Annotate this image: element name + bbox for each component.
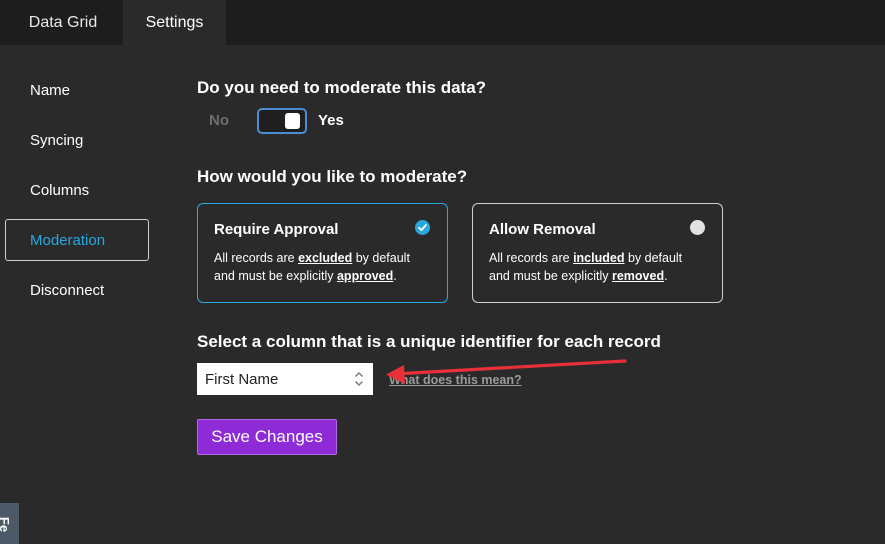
feedback-tab-label: Fe bbox=[0, 516, 13, 533]
toggle-knob bbox=[285, 113, 300, 129]
sidebar-item-moderation[interactable]: Moderation bbox=[5, 219, 149, 261]
select-value: First Name bbox=[205, 370, 279, 388]
identifier-column-select[interactable]: First Name bbox=[197, 363, 373, 395]
radio-unselected-icon bbox=[690, 220, 705, 235]
sidebar-item-disconnect[interactable]: Disconnect bbox=[5, 269, 149, 311]
option-description: All records are excluded by default and … bbox=[214, 251, 410, 283]
toggle-yes-label: Yes bbox=[318, 112, 344, 129]
option-title: Allow Removal bbox=[489, 221, 596, 238]
select-updown-icon bbox=[355, 372, 363, 386]
option-title: Require Approval bbox=[214, 221, 339, 238]
top-tab-bar: Data Grid Settings bbox=[0, 0, 885, 45]
tab-data-grid[interactable]: Data Grid bbox=[4, 0, 122, 45]
sidebar-item-name[interactable]: Name bbox=[5, 69, 149, 111]
option-description: All records are included by default and … bbox=[489, 251, 683, 283]
tab-settings[interactable]: Settings bbox=[123, 0, 226, 45]
moderate-question-heading: Do you need to moderate this data? bbox=[197, 78, 487, 97]
save-changes-button[interactable]: Save Changes bbox=[197, 419, 337, 455]
sidebar-item-columns[interactable]: Columns bbox=[5, 169, 149, 211]
annotation-arrow bbox=[386, 359, 627, 384]
column-select-heading: Select a column that is a unique identif… bbox=[197, 332, 661, 351]
sidebar-item-syncing[interactable]: Syncing bbox=[5, 119, 149, 161]
feedback-tab[interactable]: Fe bbox=[0, 503, 19, 544]
option-card-allow-removal[interactable]: Allow Removal All records are included b… bbox=[472, 203, 723, 303]
checkmark-circle-icon bbox=[415, 220, 430, 235]
toggle-no-label: No bbox=[209, 112, 229, 129]
moderation-toggle[interactable] bbox=[257, 108, 307, 134]
how-moderate-heading: How would you like to moderate? bbox=[197, 167, 468, 186]
option-card-require-approval[interactable]: Require Approval All records are exclude… bbox=[197, 203, 448, 303]
